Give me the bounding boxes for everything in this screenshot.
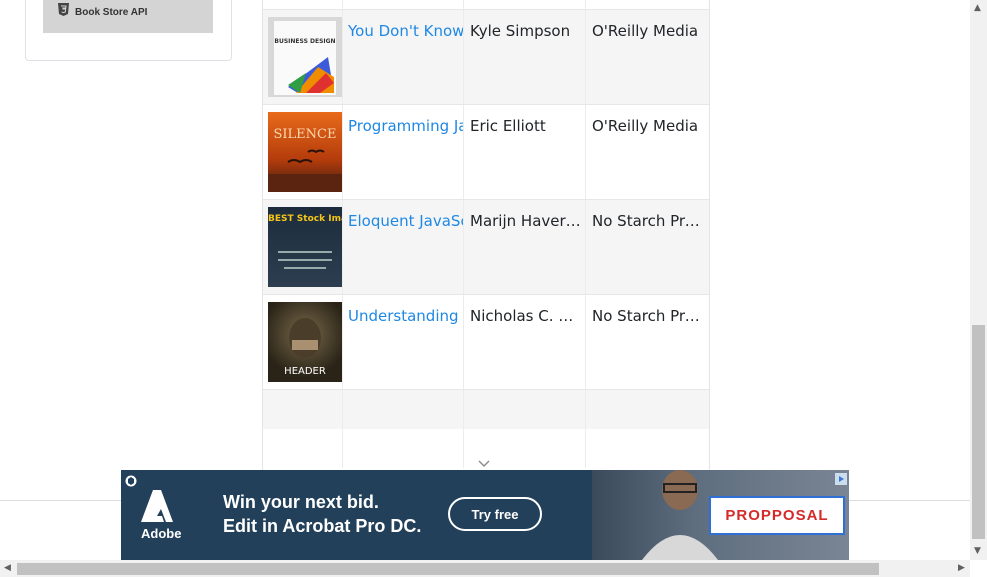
book-cover-image: HEADER — [268, 302, 342, 382]
book-title-link[interactable]: Eloquent JavaScript — [348, 212, 463, 230]
book-author: Nicholas C. Zakas — [470, 307, 582, 325]
vertical-scrollbar-thumb[interactable] — [972, 325, 985, 539]
chevron-down-icon[interactable] — [478, 455, 490, 470]
horizontal-scrollbar-thumb[interactable] — [17, 563, 879, 575]
book-title-link[interactable]: You Don't Know JS — [348, 22, 463, 40]
book-author: Marijn Haverbeke — [470, 212, 582, 230]
book-title-link[interactable]: Understanding ECMAScript 6 — [348, 307, 463, 325]
table-row: SILENCE Programming JavaScript Applicati… — [263, 105, 709, 200]
ad-banner[interactable]: Adobe Win your next bid. Edit in Acrobat… — [121, 470, 849, 560]
html5-icon — [58, 3, 69, 21]
ad-brand: Adobe — [141, 526, 182, 541]
table-row — [263, 0, 709, 10]
sidebar-item-label: Book Store API — [75, 6, 148, 18]
ad-close-icon[interactable] — [835, 472, 847, 490]
ad-photo: PROPPOSAL — [592, 470, 849, 560]
table-row: THE BEST Stock Images Eloquent JavaScrip… — [263, 200, 709, 295]
book-publisher: No Starch Press — [592, 212, 704, 230]
ad-choices-icon[interactable] — [125, 474, 137, 492]
book-cover-image: SILENCE — [268, 112, 342, 192]
table-row: HEADER Understanding ECMAScript 6 Nichol… — [263, 295, 709, 390]
book-publisher: O'Reilly Media — [592, 117, 699, 135]
svg-text:THE BEST Stock Images: THE BEST Stock Images — [268, 214, 342, 224]
scroll-up-icon[interactable]: ▲ — [974, 3, 981, 13]
book-author: Eric Elliott — [470, 117, 546, 135]
book-publisher: O'Reilly Media — [592, 22, 699, 40]
svg-text:HEADER: HEADER — [284, 366, 326, 377]
scroll-left-icon[interactable]: ◀ — [4, 563, 11, 573]
svg-text:BUSINESS DESIGN: BUSINESS DESIGN — [274, 38, 335, 45]
book-publisher: No Starch Press — [592, 307, 704, 325]
try-free-button[interactable]: Try free — [448, 497, 542, 531]
scroll-right-icon[interactable]: ▶ — [958, 563, 965, 573]
book-cover-image: THE BEST Stock Images — [268, 207, 342, 287]
book-author: Kyle Simpson — [470, 22, 571, 40]
book-cover-image: BUSINESS DESIGN — [268, 17, 342, 97]
scroll-down-icon[interactable]: ▼ — [974, 546, 981, 556]
proposal-text: PROPPOSAL — [709, 496, 845, 535]
svg-text:SILENCE: SILENCE — [274, 127, 337, 142]
adobe-logo-icon — [141, 490, 179, 527]
table-row: BUSINESS DESIGN You Don't Know JS Kyle S… — [263, 10, 709, 105]
books-table: BUSINESS DESIGN You Don't Know JS Kyle S… — [262, 0, 710, 470]
book-title-link[interactable]: Programming JavaScript Applications — [348, 117, 463, 135]
sidebar-item-book-store-api[interactable]: Book Store API — [43, 0, 213, 33]
ad-headline: Win your next bid. Edit in Acrobat Pro D… — [223, 492, 422, 536]
sidebar-card: Book Store API — [25, 0, 232, 61]
table-row-empty — [263, 390, 709, 429]
